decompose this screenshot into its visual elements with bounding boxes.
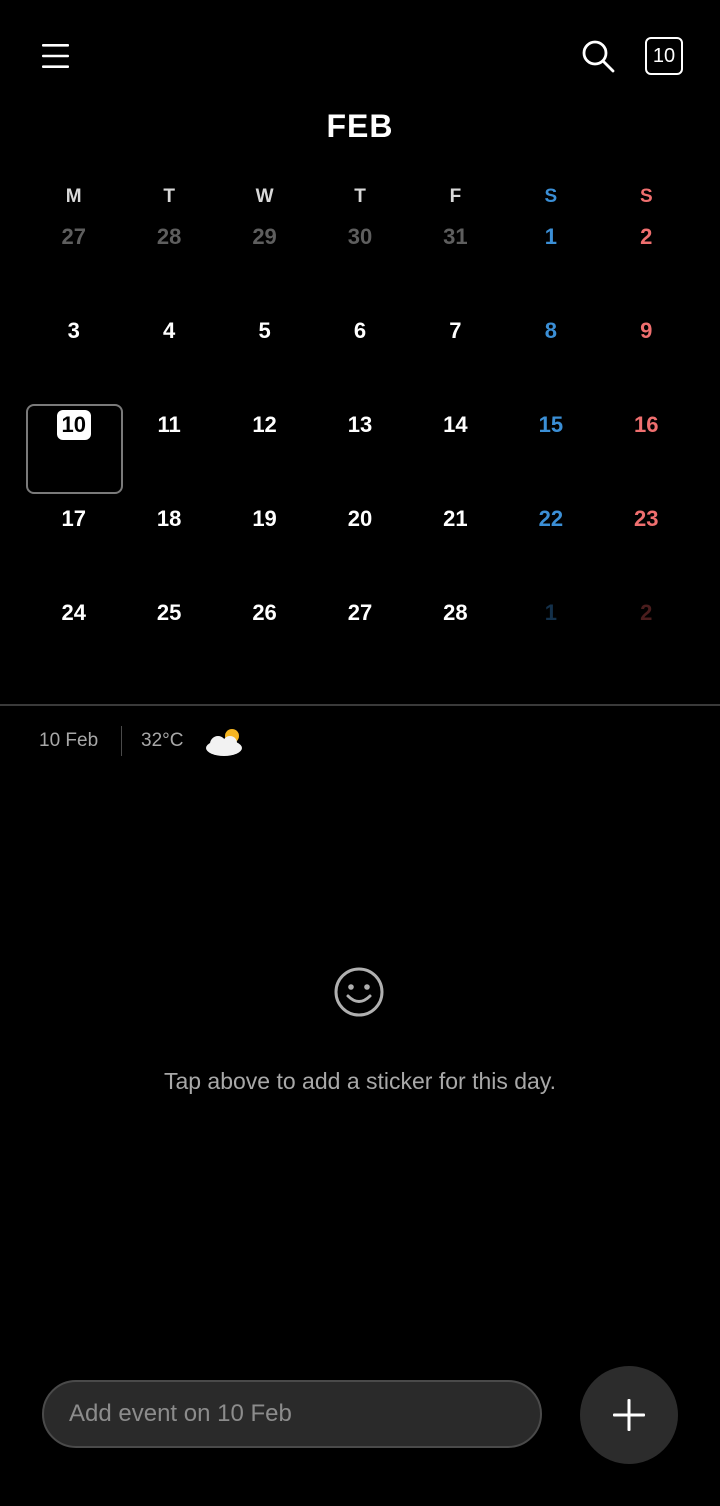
- day-cell[interactable]: 2: [599, 594, 694, 688]
- day-cell[interactable]: 3: [26, 312, 121, 406]
- day-number: 3: [67, 318, 80, 343]
- day-cell[interactable]: 19: [217, 500, 312, 594]
- day-number: 2: [640, 224, 653, 249]
- day-cell[interactable]: 25: [121, 594, 216, 688]
- today-date-label: 10: [652, 44, 676, 67]
- day-number: 26: [252, 600, 277, 625]
- day-cell[interactable]: 13: [312, 406, 407, 500]
- day-number: 24: [61, 600, 86, 625]
- day-number: 28: [443, 600, 468, 625]
- weekday-label: W: [255, 186, 274, 207]
- day-cell[interactable]: 28: [121, 218, 216, 312]
- day-number: 22: [538, 506, 564, 531]
- day-number: 4: [163, 318, 176, 343]
- day-number: 29: [252, 224, 277, 249]
- weekday-label: F: [449, 186, 462, 207]
- day-number: 25: [156, 600, 182, 625]
- day-cell[interactable]: 1: [503, 594, 598, 688]
- day-cell[interactable]: 30: [312, 218, 407, 312]
- temperature-label: 32°C: [141, 730, 184, 751]
- day-number: 6: [353, 318, 367, 343]
- day-number: 28: [156, 224, 182, 249]
- day-number: 5: [258, 318, 271, 343]
- hamburger-menu-icon: [42, 44, 69, 68]
- day-cell[interactable]: 16: [599, 406, 694, 500]
- day-number: 23: [634, 506, 659, 531]
- day-cell[interactable]: 20: [312, 500, 407, 594]
- day-cell[interactable]: 9: [599, 312, 694, 406]
- weekday-label: T: [163, 186, 175, 207]
- today-button[interactable]: 10: [640, 32, 688, 80]
- partly-cloudy-icon: [206, 729, 242, 756]
- day-number: 12: [252, 412, 277, 437]
- day-number: 7: [449, 318, 462, 343]
- day-number: 1: [544, 224, 557, 249]
- day-cell[interactable]: 12: [217, 406, 312, 500]
- day-cell[interactable]: 1: [503, 218, 598, 312]
- day-cell[interactable]: 11: [121, 406, 216, 500]
- today-calendar-icon: 10: [645, 37, 683, 75]
- selected-date-label: 10 Feb: [39, 730, 99, 751]
- day-info-row: 10 Feb 32°C: [0, 720, 720, 764]
- day-cell[interactable]: 17: [26, 500, 121, 594]
- day-number: 11: [157, 412, 181, 437]
- day-number: 27: [61, 224, 86, 249]
- day-number: 14: [443, 412, 468, 437]
- day-cell[interactable]: 18: [121, 500, 216, 594]
- day-cell[interactable]: 24: [26, 594, 121, 688]
- day-number: 9: [640, 318, 653, 343]
- weekday-label: S: [544, 186, 558, 207]
- day-number: 31: [443, 224, 468, 249]
- day-cell[interactable]: 26: [217, 594, 312, 688]
- day-number: 8: [544, 318, 557, 343]
- day-cell[interactable]: 23: [599, 500, 694, 594]
- day-number: 1: [544, 600, 557, 625]
- day-number: 13: [347, 412, 373, 437]
- weekday-label: T: [354, 186, 366, 207]
- day-cell[interactable]: 10: [26, 404, 124, 500]
- add-event-button[interactable]: [580, 1366, 678, 1464]
- day-cell[interactable]: 21: [408, 500, 503, 594]
- day-number: 27: [347, 600, 373, 625]
- day-cell[interactable]: 14: [408, 406, 503, 500]
- day-cell[interactable]: 7: [408, 312, 503, 406]
- divider: [0, 704, 720, 706]
- day-cell[interactable]: 2: [599, 218, 694, 312]
- add-event-input[interactable]: Add event on 10 Feb: [42, 1380, 542, 1448]
- weekday-label: S: [639, 186, 653, 207]
- search-icon: [582, 40, 615, 73]
- day-cell[interactable]: 8: [503, 312, 598, 406]
- day-cell[interactable]: 6: [312, 312, 407, 406]
- day-cell[interactable]: 4: [121, 312, 216, 406]
- search-button[interactable]: [570, 30, 626, 82]
- day-cell[interactable]: 5: [217, 312, 312, 406]
- day-cell[interactable]: 27: [26, 218, 121, 312]
- top-app-bar: 10: [0, 0, 720, 112]
- weekday-header: MTWTFSS: [26, 182, 694, 212]
- menu-button[interactable]: [28, 30, 84, 82]
- sticker-hint: Tap above to add a sticker for this day.: [163, 1068, 557, 1094]
- smiley-icon: [334, 967, 384, 1017]
- day-cell[interactable]: 28: [408, 594, 503, 688]
- month-grid: 27 28 29 30 31 1 2 3 4 5 6 7 8 9 10 11 12 13 14 15 16 17 18 19 2…: [26, 218, 694, 688]
- day-cell[interactable]: 15: [503, 406, 598, 500]
- day-number: 30: [347, 224, 373, 249]
- day-number: 19: [252, 506, 277, 531]
- day-cell[interactable]: 22: [503, 500, 598, 594]
- info-separator: [121, 726, 122, 756]
- day-number: 17: [61, 506, 86, 531]
- weekday-label: M: [65, 186, 82, 207]
- day-cell[interactable]: 31: [408, 218, 503, 312]
- month-title: FEB: [326, 108, 394, 144]
- day-cell[interactable]: 27: [312, 594, 407, 688]
- plus-icon: [613, 1399, 645, 1431]
- day-number: 10: [56, 410, 91, 440]
- day-number: 18: [156, 506, 182, 531]
- day-number: 20: [347, 506, 373, 531]
- day-number: 16: [634, 412, 659, 437]
- day-cell[interactable]: 29: [217, 218, 312, 312]
- day-number: 15: [538, 412, 564, 437]
- day-number: 21: [443, 506, 468, 531]
- day-number: 2: [640, 600, 653, 625]
